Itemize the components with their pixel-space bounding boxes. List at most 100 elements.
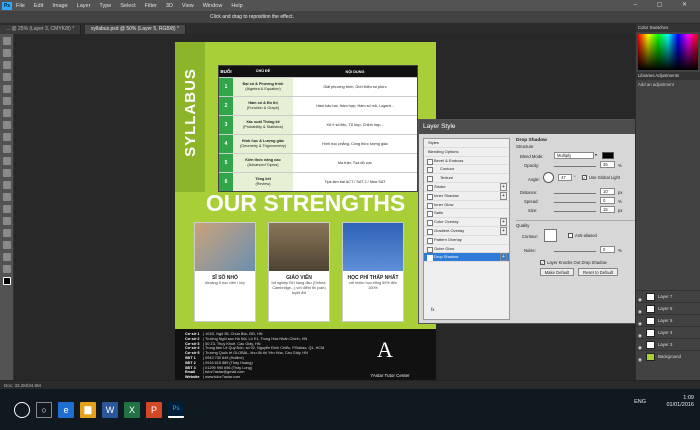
quick-select-tool-icon[interactable] bbox=[2, 73, 11, 81]
eyedropper-tool-icon[interactable] bbox=[2, 97, 11, 105]
menu-image[interactable]: Image bbox=[52, 3, 67, 9]
effect-inner-glow[interactable]: Inner Glow bbox=[424, 201, 509, 210]
layer-row[interactable]: ◉ Background bbox=[636, 350, 700, 362]
task-view-icon[interactable]: ○ bbox=[36, 401, 52, 418]
powerpoint-icon[interactable]: P bbox=[146, 401, 162, 418]
marquee-tool-icon[interactable] bbox=[2, 49, 11, 57]
clock-date[interactable]: 01/01/2016 bbox=[666, 402, 694, 409]
effect-pattern-overlay[interactable]: Pattern Overlay bbox=[424, 236, 509, 245]
effect-inner-shadow[interactable]: Inner Shadow bbox=[424, 191, 509, 201]
menu-layer[interactable]: Layer bbox=[77, 3, 91, 9]
crop-tool-icon[interactable] bbox=[2, 85, 11, 93]
layer-row[interactable]: ◉ Layer 4 bbox=[636, 326, 700, 338]
effect-satin[interactable]: Satin bbox=[424, 209, 509, 219]
distance-input[interactable]: 10 bbox=[600, 188, 615, 195]
row-topic: Hình học & Lượng giác (Geometry & Trigono… bbox=[233, 135, 293, 153]
topic-english: (Function & Graph) bbox=[246, 106, 280, 110]
menu-help[interactable]: Help bbox=[231, 3, 242, 9]
fx-icon[interactable]: fx bbox=[428, 307, 515, 315]
layer-row[interactable]: ◉ Layer 3 bbox=[636, 338, 700, 350]
menu-view[interactable]: View bbox=[182, 3, 194, 9]
file-explorer-icon[interactable]: ▆ bbox=[80, 401, 96, 418]
angle-dial[interactable] bbox=[543, 172, 554, 183]
effect-blending-options[interactable]: Blending Options bbox=[424, 148, 509, 157]
clock-time[interactable]: 1:09 bbox=[666, 395, 694, 402]
topic-english: (Algebra & Equation) bbox=[245, 87, 281, 91]
eye-icon[interactable]: ◉ bbox=[638, 354, 642, 366]
layer-row[interactable]: ◉ Layer 7 bbox=[636, 290, 700, 302]
hand-tool-icon[interactable] bbox=[2, 253, 11, 261]
size-input[interactable]: 15 bbox=[600, 206, 615, 213]
brush-tool-icon[interactable] bbox=[2, 121, 11, 129]
effect-contour[interactable]: Contour bbox=[424, 165, 509, 175]
effect-drop-shadow[interactable]: Drop Shadow bbox=[424, 253, 509, 263]
effect-stroke[interactable]: Stroke bbox=[424, 182, 509, 192]
language-indicator[interactable]: ENG bbox=[634, 399, 646, 406]
type-tool-icon[interactable] bbox=[2, 217, 11, 225]
knockout-checkbox[interactable]: ✓ bbox=[540, 260, 545, 265]
size-slider[interactable] bbox=[554, 211, 596, 212]
angle-input[interactable]: 47 bbox=[558, 174, 572, 181]
lasso-tool-icon[interactable] bbox=[2, 61, 11, 69]
spread-slider[interactable] bbox=[554, 202, 596, 203]
dodge-tool-icon[interactable] bbox=[2, 193, 11, 201]
effect-gradient-overlay[interactable]: Gradient Overlay bbox=[424, 226, 509, 236]
reset-default-button[interactable]: Reset to Default bbox=[578, 268, 618, 276]
distance-label: Distance: bbox=[520, 190, 538, 195]
tab-document-2[interactable]: syllabus.psd @ 50% (Layer 5, RGB/8) * bbox=[85, 25, 186, 34]
spread-input[interactable]: 0 bbox=[600, 197, 615, 204]
document-canvas[interactable]: SYLLABUS BUỔI CHỦ ĐỀ NỘI DUNG 1 Đại số &… bbox=[175, 42, 436, 392]
word-icon[interactable]: W bbox=[102, 401, 118, 418]
menu-filter[interactable]: Filter bbox=[145, 3, 157, 9]
effect-color-overlay[interactable]: Color Overlay bbox=[424, 218, 509, 227]
gradient-tool-icon[interactable] bbox=[2, 169, 11, 177]
menu-file[interactable]: File bbox=[16, 3, 25, 9]
menu-3d[interactable]: 3D bbox=[166, 3, 173, 9]
blend-mode-select[interactable]: Multiply bbox=[554, 152, 594, 159]
effect-texture[interactable]: Texture bbox=[424, 174, 509, 183]
anti-aliased-checkbox[interactable] bbox=[568, 233, 573, 238]
tab-document-1[interactable]: ... @ 25% (Layer 3, CMYK/8) * bbox=[0, 25, 82, 34]
adjustments-panel-tabs[interactable]: Libraries Adjustments bbox=[636, 72, 700, 80]
layer-row[interactable]: ◉ Layer 5 bbox=[636, 314, 700, 326]
table-row: 3 Xác suất Thống kê (Probability & Statis… bbox=[219, 115, 417, 134]
distance-slider[interactable] bbox=[554, 193, 596, 194]
layer-row[interactable]: ◉ Layer 6 bbox=[636, 302, 700, 314]
clone-stamp-tool-icon[interactable] bbox=[2, 133, 11, 141]
shape-tool-icon[interactable] bbox=[2, 241, 11, 249]
move-tool-icon[interactable] bbox=[2, 37, 11, 45]
color-panel-tabs[interactable]: Color Swatches bbox=[636, 24, 700, 32]
make-default-button[interactable]: Make Default bbox=[540, 268, 574, 276]
cortana-search-icon[interactable] bbox=[14, 401, 30, 418]
color-spectrum[interactable] bbox=[638, 34, 698, 70]
menu-type[interactable]: Type bbox=[99, 3, 111, 9]
healing-tool-icon[interactable] bbox=[2, 109, 11, 117]
history-brush-tool-icon[interactable] bbox=[2, 145, 11, 153]
global-light-checkbox[interactable]: ✓ bbox=[582, 175, 587, 180]
blur-tool-icon[interactable] bbox=[2, 181, 11, 189]
table-row: 2 Hàm số & Đồ thị (Function & Graph) Hàm … bbox=[219, 96, 417, 115]
effect-styles[interactable]: Styles bbox=[424, 139, 509, 148]
edge-icon[interactable]: e bbox=[58, 401, 74, 418]
photoshop-taskbar-icon[interactable]: Ps bbox=[168, 401, 184, 418]
menu-select[interactable]: Select bbox=[120, 3, 135, 9]
color-swatch-icon[interactable] bbox=[2, 277, 11, 285]
size-label: Size: bbox=[528, 208, 538, 213]
row-content: Xử lí số liệu, Tổ hợp, Chỉnh hợp... bbox=[326, 123, 384, 127]
opacity-slider[interactable] bbox=[554, 166, 596, 167]
menu-window[interactable]: Window bbox=[203, 3, 223, 9]
effect-outer-glow[interactable]: Outer Glow bbox=[424, 245, 509, 254]
window-controls[interactable]: – ▢ ✕ bbox=[634, 1, 696, 8]
shadow-color-swatch[interactable] bbox=[602, 152, 614, 159]
eraser-tool-icon[interactable] bbox=[2, 157, 11, 165]
noise-slider[interactable] bbox=[554, 251, 596, 252]
menu-edit[interactable]: Edit bbox=[34, 3, 43, 9]
noise-input[interactable]: 0 bbox=[600, 246, 615, 253]
opacity-input[interactable]: 35 bbox=[600, 161, 615, 168]
excel-icon[interactable]: X bbox=[124, 401, 140, 418]
pen-tool-icon[interactable] bbox=[2, 205, 11, 213]
contour-preview[interactable] bbox=[544, 229, 557, 242]
zoom-tool-icon[interactable] bbox=[2, 265, 11, 273]
effect-bevel-emboss[interactable]: Bevel & Emboss bbox=[424, 157, 509, 166]
path-select-tool-icon[interactable] bbox=[2, 229, 11, 237]
